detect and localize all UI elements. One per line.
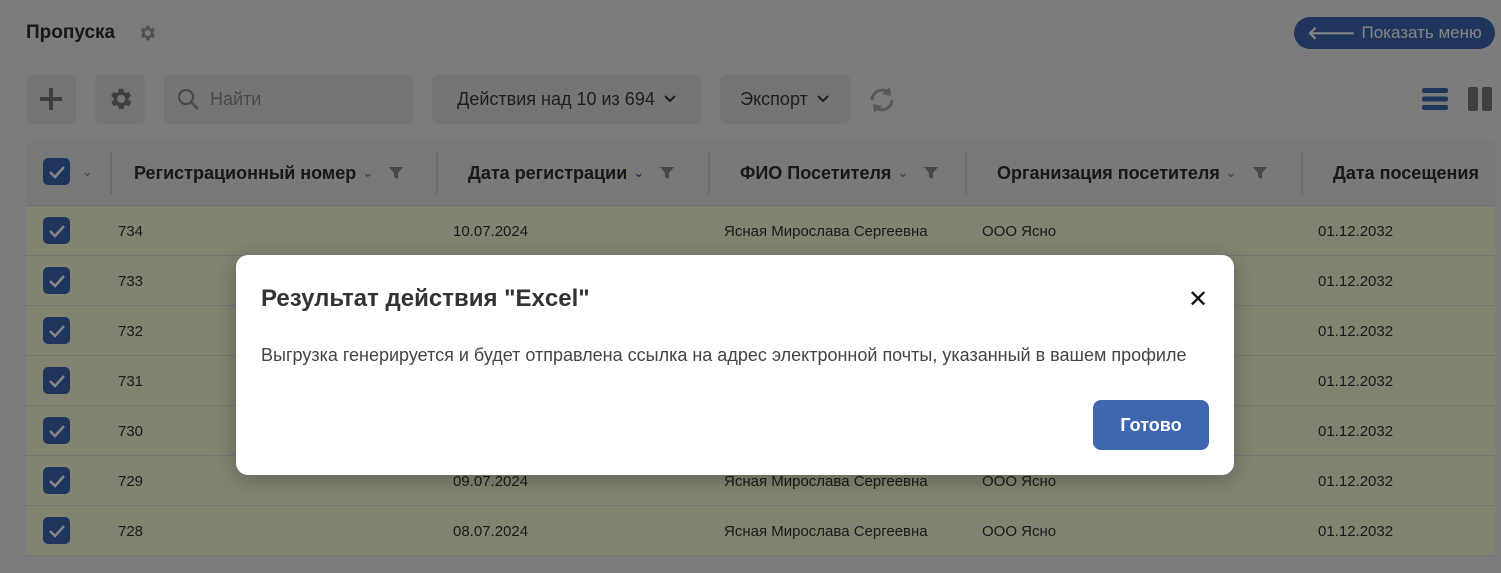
dialog-message: Выгрузка генерируется и будет отправлена… [261, 345, 1187, 365]
app-window: Пропуска 🡐 Показать меню Действия над 10… [0, 0, 1501, 573]
result-dialog: Результат действия "Excel" ✕ Выгрузка ге… [236, 255, 1234, 475]
close-icon[interactable]: ✕ [1186, 286, 1210, 313]
dialog-title: Результат действия "Excel" [261, 285, 590, 312]
done-button[interactable]: Готово [1093, 400, 1209, 450]
